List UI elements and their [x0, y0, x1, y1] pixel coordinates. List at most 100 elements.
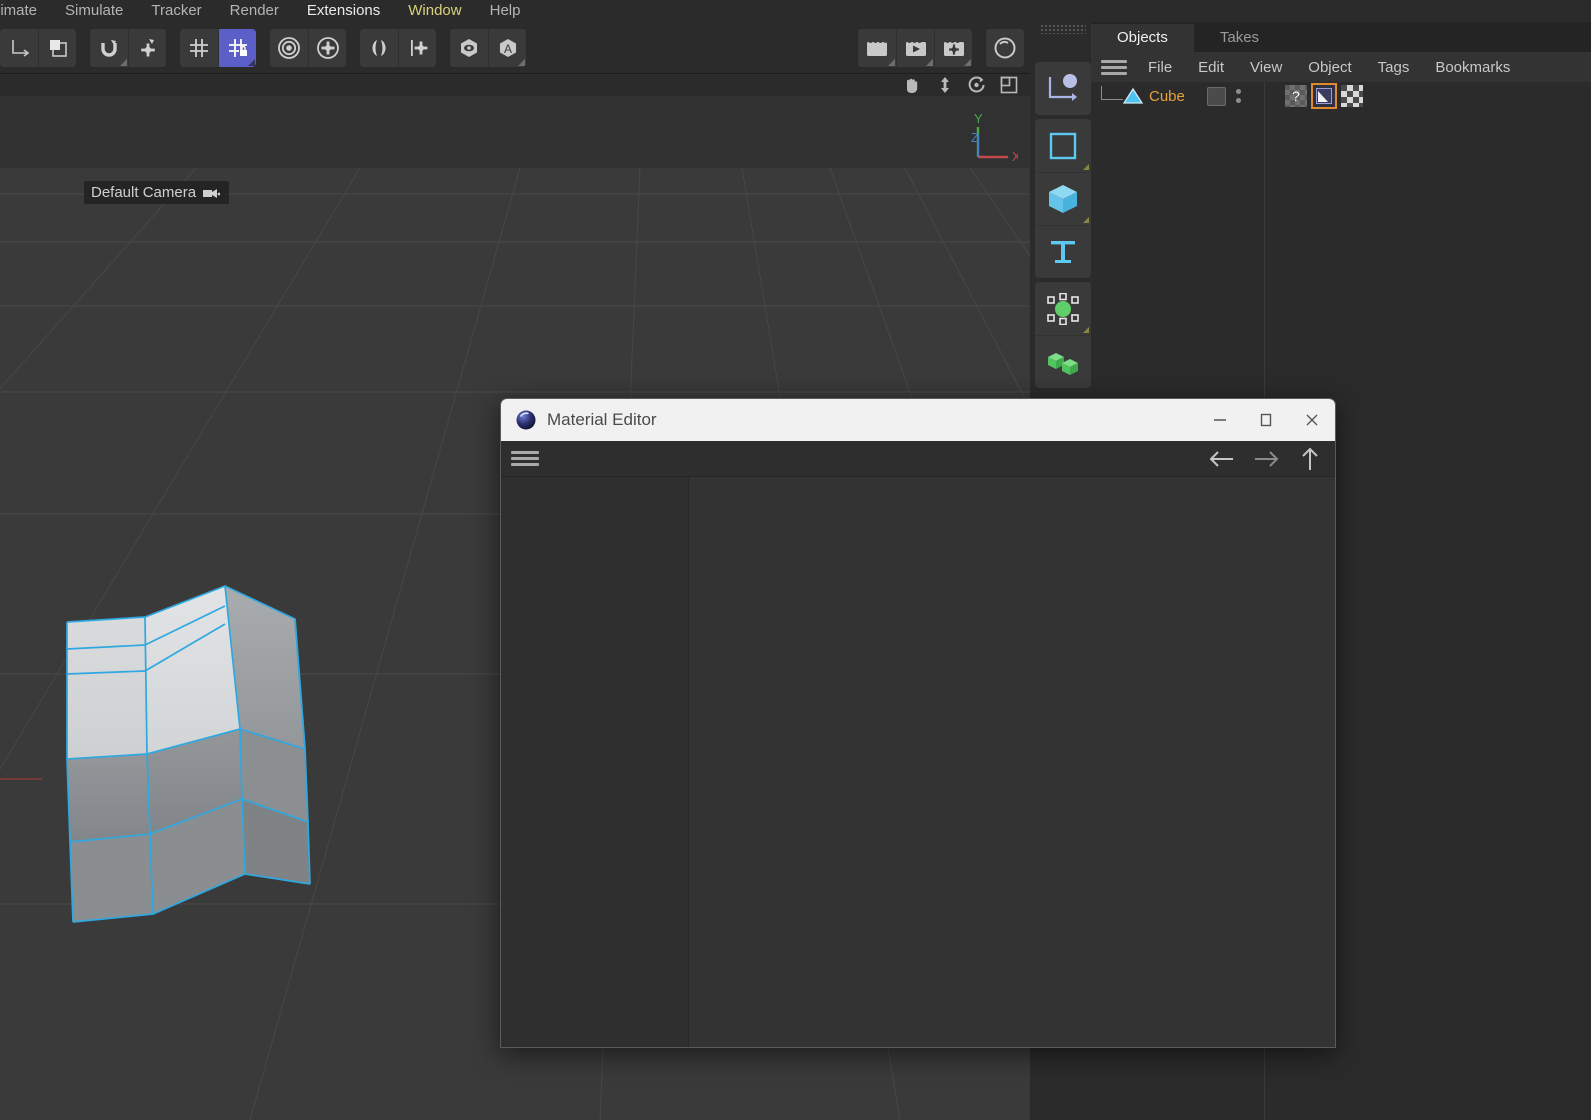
up-arrow-icon[interactable]: [1299, 446, 1321, 472]
menu-item-help[interactable]: Help: [476, 0, 535, 22]
menu-item-tracker[interactable]: Tracker: [137, 0, 215, 22]
workplane-lock-icon[interactable]: [218, 28, 256, 67]
toolbar-group-coordinates: [0, 28, 76, 67]
panel-drag-grip[interactable]: [1040, 24, 1086, 34]
svg-text:Z: Z: [971, 130, 979, 145]
soft-selection-icon[interactable]: [270, 28, 308, 67]
view-layout-icon[interactable]: [1000, 76, 1018, 94]
render-view-icon[interactable]: [858, 28, 896, 67]
toolbar-group-soft-selection: [270, 28, 346, 67]
c4d-sphere-icon: [516, 410, 536, 430]
tag-list: ?: [1284, 83, 1363, 109]
spline-pen-icon[interactable]: [1035, 119, 1091, 172]
dialog-toolbar: [501, 441, 1335, 477]
om-menu-object[interactable]: Object: [1295, 59, 1364, 76]
material-tag-icon[interactable]: [1340, 85, 1363, 107]
flyout-corner-icon: [926, 58, 933, 66]
flyout-corner-icon: [1083, 217, 1089, 223]
main-menu-bar: nimate Simulate Tracker Render Extension…: [0, 0, 1030, 22]
hamburger-menu-icon[interactable]: [1101, 59, 1127, 75]
dialog-titlebar[interactable]: Material Editor: [501, 399, 1335, 441]
palette-group-primitives: [1035, 119, 1091, 278]
mograph-cloner-icon[interactable]: [1035, 335, 1091, 388]
toolbar-group-workplane: [180, 28, 256, 67]
snap-magnet-icon[interactable]: [90, 28, 128, 67]
flyout-corner-icon: [248, 58, 255, 66]
toolbar-group-materials: [986, 28, 1024, 67]
svg-text:X: X: [1012, 149, 1018, 164]
visibility-dots-icon[interactable]: [1235, 89, 1241, 103]
om-menu-bookmarks[interactable]: Bookmarks: [1422, 59, 1523, 76]
svg-text:A: A: [503, 42, 511, 56]
text-spline-icon[interactable]: [1035, 225, 1091, 278]
object-name-cube[interactable]: Cube: [1149, 88, 1185, 105]
render-settings-icon[interactable]: [934, 28, 972, 67]
table-row[interactable]: Cube ?: [1091, 82, 1591, 110]
object-layer-swatch[interactable]: [1206, 86, 1226, 106]
tab-takes[interactable]: Takes: [1193, 24, 1286, 52]
workplane-icon[interactable]: [180, 28, 218, 67]
toolbar-group-symmetry: [360, 28, 436, 67]
null-object-icon[interactable]: [1035, 62, 1091, 115]
flyout-corner-icon: [888, 58, 895, 66]
dolly-view-icon[interactable]: [937, 76, 953, 94]
hamburger-menu-icon[interactable]: [511, 451, 539, 466]
palette-group-null: [1035, 62, 1091, 115]
coordinate-axis-icon[interactable]: [0, 28, 38, 67]
toolbar-group-viewport-filter: A: [450, 28, 526, 67]
deformer-icon[interactable]: [1035, 282, 1091, 335]
render-to-picture-viewer-icon[interactable]: [896, 28, 934, 67]
toolbar-group-snapping: [90, 28, 166, 67]
back-arrow-icon[interactable]: [1207, 448, 1235, 470]
symmetry-settings-icon[interactable]: [398, 28, 436, 67]
om-menu-view[interactable]: View: [1237, 59, 1295, 76]
unknown-tag-icon[interactable]: ?: [1284, 85, 1307, 107]
object-world-toggle-icon[interactable]: [38, 28, 76, 67]
cube-mesh-object[interactable]: [50, 554, 390, 954]
material-channel-list[interactable]: [501, 477, 689, 1047]
main-toolbar: A: [0, 22, 1030, 74]
tree-elbow-icon: [1101, 85, 1123, 100]
camera-lock-icon: [203, 188, 221, 198]
axis-gizmo: X Y Z: [971, 111, 1018, 164]
palette-group-generators: [1035, 282, 1091, 388]
snap-settings-icon[interactable]: [128, 28, 166, 67]
symmetry-icon[interactable]: [360, 28, 398, 67]
viewport-visibility-icon[interactable]: [450, 28, 488, 67]
flyout-corner-icon: [964, 58, 971, 66]
maximize-button[interactable]: [1243, 399, 1289, 441]
om-menu-tags[interactable]: Tags: [1365, 59, 1423, 76]
pan-view-icon[interactable]: [903, 76, 923, 94]
menu-item-render[interactable]: Render: [216, 0, 293, 22]
cube-primitive-icon[interactable]: [1035, 172, 1091, 225]
material-property-pane[interactable]: [689, 477, 1335, 1047]
command-palette: [1035, 62, 1091, 412]
material-editor-dialog[interactable]: Material Editor: [500, 398, 1336, 1048]
menu-item-extensions[interactable]: Extensions: [293, 0, 394, 22]
minimize-button[interactable]: [1197, 399, 1243, 441]
soft-selection-settings-icon[interactable]: [308, 28, 346, 67]
camera-label[interactable]: Default Camera: [84, 181, 230, 204]
phong-tag-icon[interactable]: [1310, 83, 1337, 109]
dialog-nav-buttons: [1207, 446, 1321, 472]
om-menu-edit[interactable]: Edit: [1185, 59, 1237, 76]
flyout-corner-icon: [1083, 327, 1089, 333]
rotate-view-icon[interactable]: [967, 76, 986, 94]
viewport-nav-icons: [903, 74, 1024, 96]
om-menu-file[interactable]: File: [1135, 59, 1185, 76]
svg-text:Y: Y: [974, 111, 983, 126]
menu-item-simulate[interactable]: Simulate: [51, 0, 137, 22]
flyout-corner-icon: [120, 58, 127, 66]
menu-item-animate[interactable]: nimate: [0, 0, 51, 22]
close-button[interactable]: [1289, 399, 1335, 441]
window-controls: [1197, 399, 1335, 441]
polygon-object-icon: [1123, 87, 1143, 104]
material-sphere-icon[interactable]: [986, 28, 1024, 67]
tab-objects[interactable]: Objects: [1091, 24, 1194, 52]
menu-item-window[interactable]: Window: [394, 0, 475, 22]
forward-arrow-icon[interactable]: [1253, 448, 1281, 470]
flyout-corner-icon: [518, 58, 525, 66]
annotation-icon[interactable]: A: [488, 28, 526, 67]
toolbar-group-render: [858, 28, 972, 67]
dialog-title-text: Material Editor: [547, 410, 657, 429]
